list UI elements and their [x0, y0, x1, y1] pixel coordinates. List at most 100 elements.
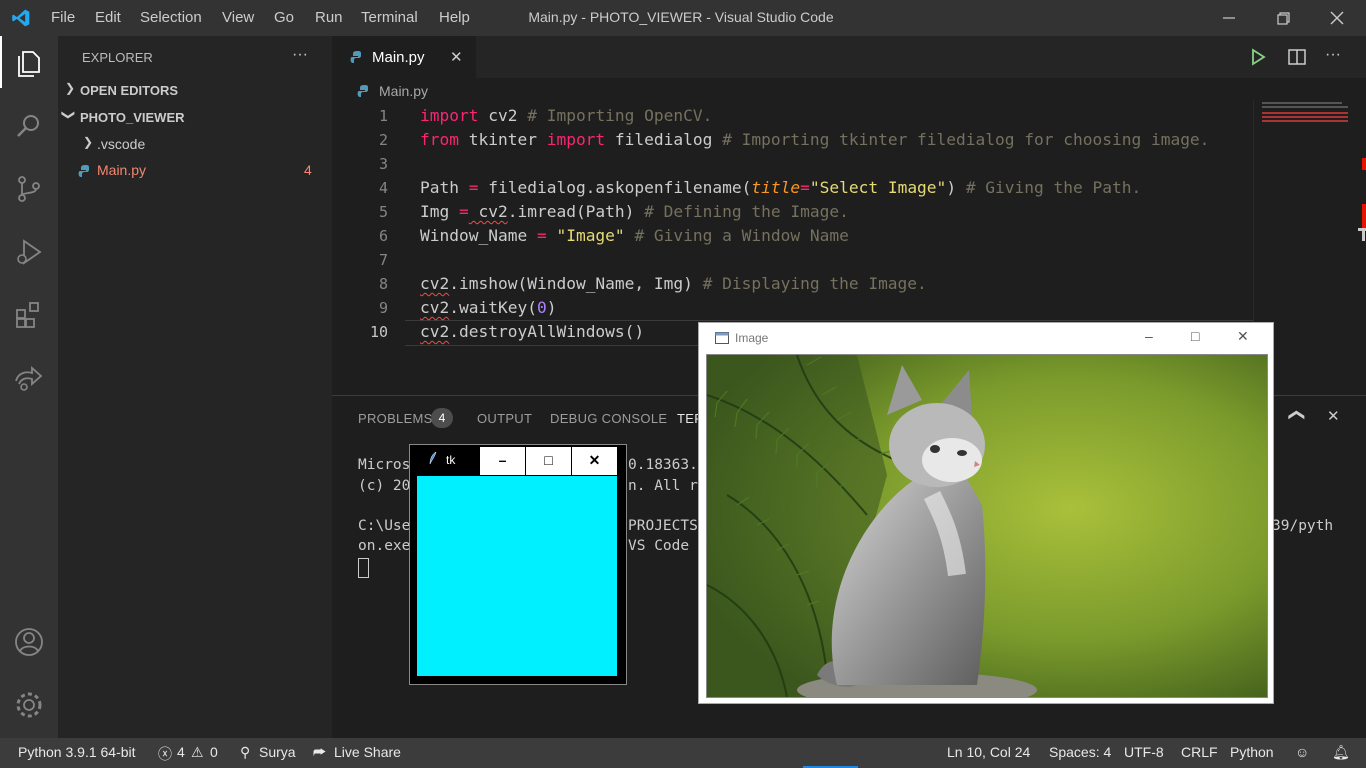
tab-debug-console[interactable]: DEBUG CONSOLE — [550, 411, 667, 426]
code-line-6: Window_Name = "Image" # Giving a Window … — [420, 226, 849, 245]
maximize-panel-icon[interactable]: ❯ — [1286, 408, 1306, 421]
extensions-icon[interactable] — [12, 298, 46, 332]
minimize-icon[interactable] — [1217, 6, 1241, 30]
error-icon[interactable]: ⓧ — [158, 744, 172, 764]
tree-item-label: Main.py — [97, 162, 147, 178]
opencv-image-window[interactable]: Image – □ ✕ — [698, 322, 1274, 704]
restore-icon[interactable] — [1271, 6, 1295, 30]
open-editors-section[interactable]: ❯ OPEN EDITORS — [58, 78, 332, 104]
terminal-text: 39/pyth — [1272, 518, 1334, 534]
error-count-badge: 4 — [304, 162, 312, 178]
tab-close-icon[interactable]: ✕ — [450, 48, 463, 66]
live-share-status-icon[interactable]: ⮫ — [313, 744, 326, 761]
menu-edit[interactable]: Edit — [95, 9, 121, 26]
tk-feather-icon — [429, 451, 437, 465]
terminal-text: n. All ri — [628, 478, 707, 494]
terminal-text: C:\Use — [358, 518, 411, 534]
code-line-2: from tkinter import filedialog # Importi… — [420, 130, 1210, 149]
explorer-title: EXPLORER — [82, 50, 153, 65]
live-share-icon[interactable] — [12, 361, 46, 395]
tree-item-label: .vscode — [97, 136, 146, 152]
terminal-text: (c) 20 — [358, 478, 411, 494]
code-line-5: Img = cv2.imread(Path) # Defining the Im… — [420, 202, 849, 221]
code-line-8: cv2.imshow(Window_Name, Img) # Displayin… — [420, 274, 927, 293]
live-share-label[interactable]: Live Share — [334, 744, 401, 760]
line-number: 3 — [378, 155, 388, 173]
encoding[interactable]: UTF-8 — [1124, 744, 1164, 760]
tab-problems[interactable]: PROBLEMS — [358, 411, 433, 426]
tk-close-button[interactable]: ✕ — [571, 446, 618, 476]
tree-item-main-py[interactable]: Main.py 4 — [58, 158, 332, 184]
menu-terminal[interactable]: Terminal — [361, 9, 418, 26]
minimap-line — [1262, 112, 1348, 114]
python-interpreter[interactable]: Python 3.9.1 64-bit — [18, 744, 136, 760]
error-count[interactable]: 4 — [177, 744, 185, 760]
image-close-button[interactable]: ✕ — [1237, 328, 1249, 345]
editor-tab-bar — [332, 36, 1366, 78]
accounts-icon[interactable] — [12, 625, 46, 659]
explorer-icon[interactable] — [12, 46, 46, 80]
run-debug-icon[interactable] — [12, 235, 46, 269]
tab-label: Main.py — [372, 49, 425, 66]
menu-help[interactable]: Help — [439, 9, 470, 26]
warning-count[interactable]: 0 — [210, 744, 218, 760]
settings-gear-icon[interactable] — [12, 688, 46, 722]
menu-view[interactable]: View — [222, 9, 254, 26]
language-mode[interactable]: Python — [1230, 744, 1274, 760]
search-icon[interactable] — [12, 109, 46, 143]
tk-maximize-button[interactable]: □ — [525, 446, 572, 476]
image-maximize-button[interactable]: □ — [1191, 328, 1199, 344]
status-bar: Python 3.9.1 64-bit ⓧ 4 ⚠ 0 ⚲ Surya ⮫ Li… — [0, 738, 1366, 768]
line-number: 4 — [378, 179, 388, 197]
cat-photo — [706, 354, 1268, 698]
line-number: 2 — [378, 131, 388, 149]
menu-go[interactable]: Go — [274, 9, 294, 26]
explorer-more-button[interactable]: ··· — [292, 46, 308, 64]
minimap-line — [1262, 116, 1348, 118]
close-panel-icon[interactable]: ✕ — [1327, 407, 1340, 425]
python-file-icon — [78, 165, 89, 177]
notifications-bell-icon[interactable]: 🔔︎ — [1332, 744, 1350, 761]
run-file-icon[interactable] — [1248, 47, 1268, 67]
tk-window[interactable]: tk – □ ✕ — [409, 444, 627, 685]
tk-window-title: tk — [446, 453, 456, 467]
explorer-sidebar: EXPLORER ··· ❯ OPEN EDITORS ❯ PHOTO_VIEW… — [58, 36, 332, 738]
ports-icon[interactable]: ⚲ — [240, 744, 250, 761]
tab-output[interactable]: OUTPUT — [477, 411, 532, 426]
project-folder-section[interactable]: ❯ PHOTO_VIEWER — [58, 105, 332, 131]
menu-run[interactable]: Run — [315, 9, 343, 26]
line-number: 8 — [378, 275, 388, 293]
tk-canvas[interactable] — [417, 476, 617, 676]
active-indicator — [0, 36, 2, 88]
problems-count-badge: 4 — [431, 408, 453, 428]
code-line-1: import cv2 # Importing OpenCV. — [420, 106, 713, 125]
overview-cursor-marker — [1362, 231, 1365, 241]
end-of-line[interactable]: CRLF — [1181, 744, 1218, 760]
image-minimize-button[interactable]: – — [1145, 328, 1153, 344]
chevron-down-icon: ❯ — [61, 109, 77, 121]
line-number: 7 — [378, 251, 388, 269]
python-file-icon — [357, 85, 368, 97]
activity-bar — [0, 36, 58, 738]
breadcrumb[interactable]: Main.py — [379, 83, 428, 99]
tab-main-py[interactable]: Main.py ✕ — [332, 36, 476, 78]
python-file-icon — [350, 51, 361, 63]
terminal-text: on.exe — [358, 538, 411, 554]
split-editor-icon[interactable] — [1287, 47, 1307, 67]
feedback-icon[interactable]: ☺ — [1295, 744, 1309, 760]
terminal-text: PROJECTS — [628, 518, 698, 534]
menu-selection[interactable]: Selection — [140, 9, 202, 26]
close-icon[interactable] — [1325, 6, 1349, 30]
tree-item-vscode[interactable]: ❯ .vscode — [58, 132, 332, 158]
window-title: Main.py - PHOTO_VIEWER - Visual Studio C… — [528, 9, 834, 25]
indentation[interactable]: Spaces: 4 — [1049, 744, 1111, 760]
terminal-text: VS Code — [628, 538, 690, 554]
terminal-text: 0.18363. — [628, 457, 698, 473]
more-actions-icon[interactable]: ··· — [1325, 46, 1341, 64]
user-label[interactable]: Surya — [259, 744, 296, 760]
menu-file[interactable]: File — [51, 9, 75, 26]
source-control-icon[interactable] — [12, 172, 46, 206]
tk-minimize-button[interactable]: – — [479, 446, 526, 476]
warning-icon[interactable]: ⚠ — [191, 744, 204, 761]
cursor-position[interactable]: Ln 10, Col 24 — [947, 744, 1030, 760]
